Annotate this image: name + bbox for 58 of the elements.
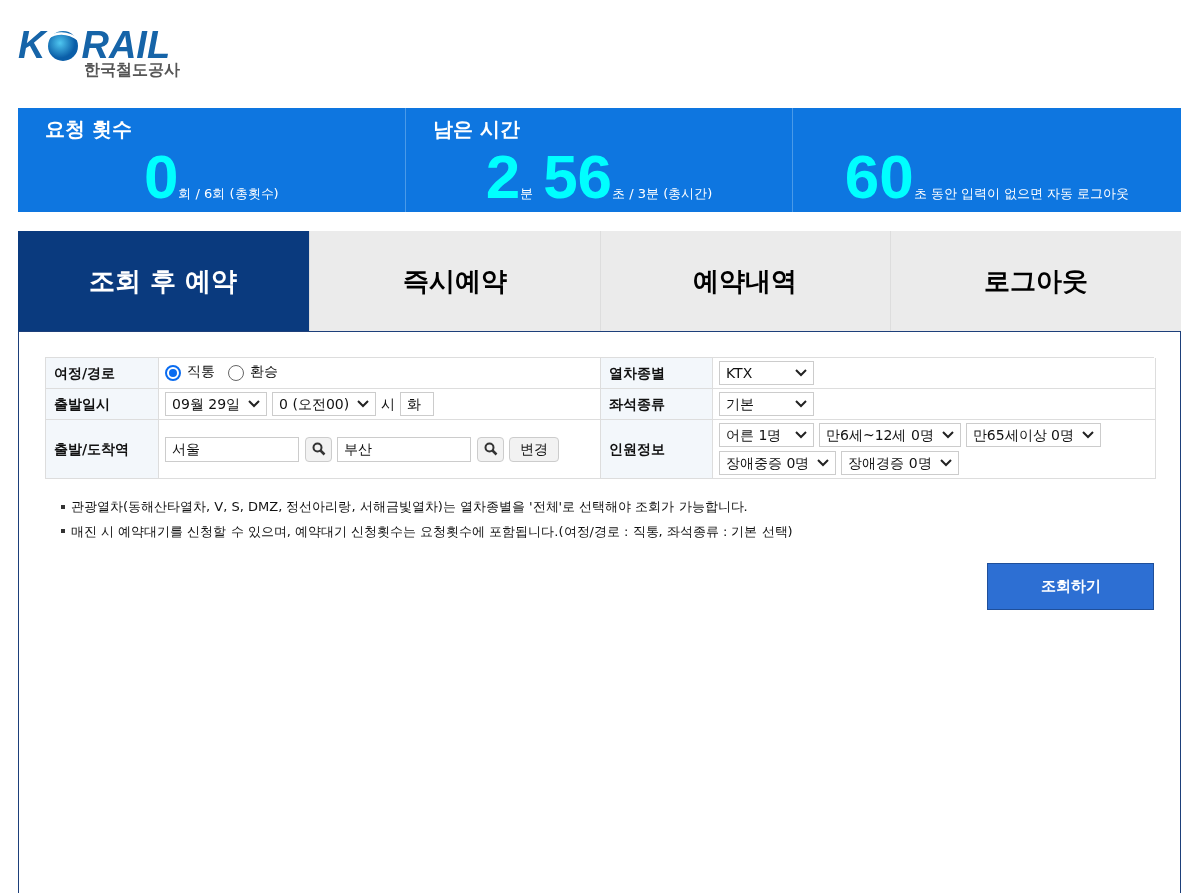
tab[interactable]: 즉시예약 xyxy=(308,231,600,331)
field-label: 출발/도착역 xyxy=(46,420,159,479)
chevron-down-icon xyxy=(939,459,952,467)
note-text: 매진 시 예약대기를 신청할 수 있으며, 예약대기 신청횟수는 요청횟수에 포함됩니다.(여정/경로 : 직통, 좌석종류 : 기본 선택) xyxy=(71,522,793,541)
station-field[interactable]: 서울 xyxy=(165,436,299,462)
stat-caption: 초 / 3분 (총시간) xyxy=(612,185,713,203)
bullet-icon xyxy=(61,529,65,534)
logo-letter: K xyxy=(18,26,46,64)
field-label: 여정/경로 xyxy=(46,358,159,389)
stat-caption: 회 / 6회 (총횟수) xyxy=(178,185,279,203)
dropdown[interactable]: 만6세~12세 0명 xyxy=(819,423,961,447)
chevron-down-icon xyxy=(817,459,830,467)
field-label: 좌석종류 xyxy=(601,389,713,420)
search-button[interactable] xyxy=(305,436,332,462)
dropdown[interactable]: 어른 1명 xyxy=(719,423,814,447)
dropdown[interactable]: KTX xyxy=(719,361,814,385)
chevron-down-icon xyxy=(1082,431,1094,439)
radio-button[interactable] xyxy=(165,365,181,381)
stat-value: 60 xyxy=(844,146,914,208)
stat-title: 요청 횟수 xyxy=(45,117,132,141)
dropdown[interactable]: 장애경증 0명 xyxy=(841,451,959,475)
logo-wordmark: RAIL xyxy=(81,26,171,64)
chevron-down-icon xyxy=(357,400,370,408)
dropdown[interactable]: 기본 xyxy=(719,392,814,416)
dropdown[interactable]: 09월 29일 xyxy=(165,392,268,416)
stat-title: 남은 시간 xyxy=(432,117,520,141)
radio-label: 환승 xyxy=(250,361,278,381)
hour-label: 시 xyxy=(381,394,396,414)
chevron-down-icon xyxy=(795,431,807,439)
tab[interactable]: 예약내역 xyxy=(599,231,891,331)
search-button[interactable] xyxy=(477,436,504,462)
tab[interactable]: 조회 후 예약 xyxy=(18,231,309,331)
stat-caption: 분 xyxy=(520,185,534,203)
field-label: 인원정보 xyxy=(601,420,713,479)
bullet-icon xyxy=(61,504,65,509)
search-icon xyxy=(483,442,498,456)
stat-value: 2 xyxy=(485,146,521,208)
tab[interactable]: 로그아웃 xyxy=(890,231,1181,331)
stat-caption: 초 동안 입력이 없으면 자동 로그아웃 xyxy=(913,185,1130,203)
note-text: 관광열차(동해산타열차, V, S, DMZ, 정선아리랑, 서해금빛열차)는 열차종별을 '전체'로 선택해야 조회가 가능합니다. xyxy=(71,498,748,516)
stat-value: 0 xyxy=(144,146,179,208)
radio-label: 직통 xyxy=(187,361,215,381)
station-field[interactable]: 부산 xyxy=(337,436,471,462)
dropdown[interactable]: 만65세이상 0명 xyxy=(965,423,1101,447)
chevron-down-icon xyxy=(941,431,954,439)
chevron-down-icon xyxy=(795,369,807,377)
chevron-down-icon xyxy=(795,400,807,408)
search-icon xyxy=(311,442,326,456)
day-field[interactable]: 화 xyxy=(400,392,435,416)
field-label: 출발일시 xyxy=(46,389,159,420)
dropdown[interactable]: 0 (오전00) xyxy=(272,392,377,416)
chevron-down-icon xyxy=(248,400,261,408)
dropdown[interactable]: 장애중증 0명 xyxy=(719,451,837,475)
field-label: 열차종별 xyxy=(601,358,713,389)
swap-button[interactable]: 변경 xyxy=(509,436,559,462)
search-trains-button[interactable]: 조회하기 xyxy=(987,563,1154,610)
logo-subtitle: 한국철도공사 xyxy=(84,62,181,78)
stat-value: 56 xyxy=(543,146,613,208)
